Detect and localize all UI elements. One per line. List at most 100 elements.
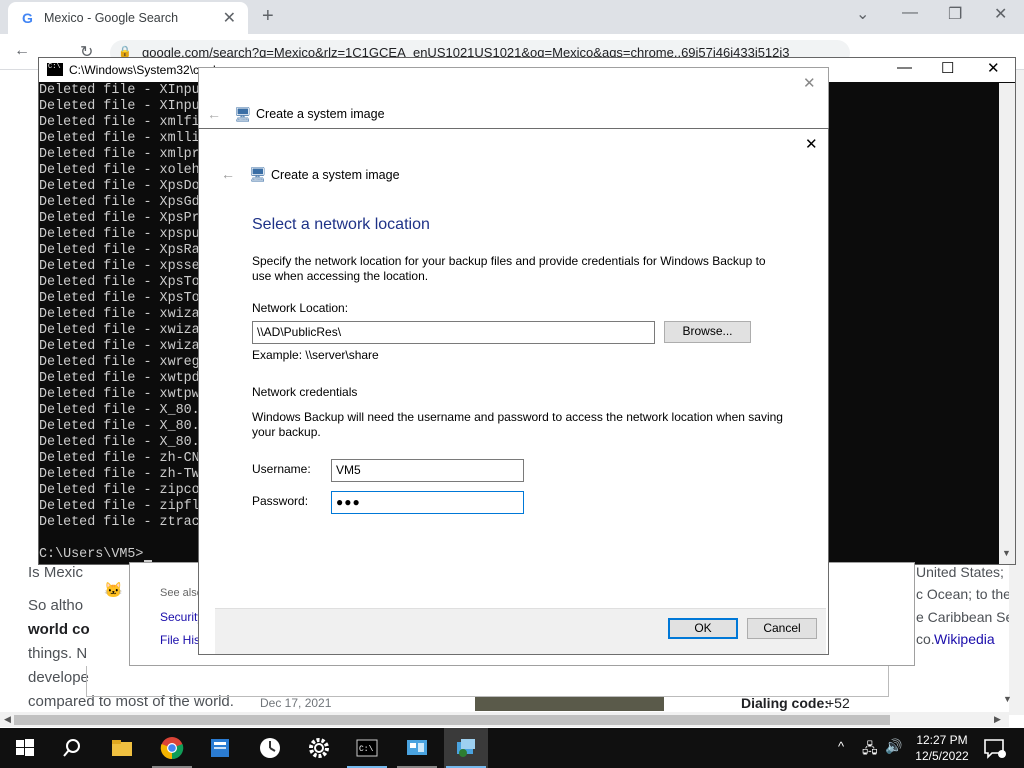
dialog-close-icon[interactable]: ✕ (805, 135, 818, 153)
svg-text:C:\: C:\ (359, 745, 374, 754)
browser-tab[interactable]: G Mexico - Google Search ✕ (8, 2, 248, 34)
back-arrow-icon[interactable]: ← (14, 42, 30, 60)
description-text: Specify the network location for your ba… (252, 254, 766, 283)
cmd-icon: C:\ (47, 63, 63, 76)
cmd-output-line: Deleted file - XpsDo (39, 179, 199, 194)
notification-icon[interactable] (982, 736, 1006, 760)
page-heading: Select a network location (252, 216, 430, 233)
taskbar: C:\ ^ 🖧 🔊 12:27 PM 12/5/2022 (0, 728, 1024, 768)
cmd-output-line: Deleted file - X_80. (39, 419, 199, 434)
cmd-maximize-icon[interactable]: ☐ (941, 59, 954, 77)
clock-date[interactable]: 12/5/2022 (912, 749, 972, 763)
browse-button[interactable]: Browse... (664, 321, 751, 343)
knowledge-text: co. (916, 631, 935, 647)
clock-app-icon[interactable] (258, 736, 282, 760)
cmd-output-line: Deleted file - xpspu (39, 227, 199, 242)
dialing-code-label: Dialing code: (741, 695, 829, 711)
example-text: Example: \\server\share (252, 348, 379, 362)
snippet-text: Is Mexic (28, 564, 84, 581)
cmd-output-line: Deleted file - xwtpd (39, 371, 199, 386)
volume-icon[interactable]: 🔊 (885, 738, 902, 755)
cmd-output-line: Deleted file - ztrac (39, 515, 199, 530)
password-input[interactable]: ●●● (331, 491, 524, 514)
outer-back-arrow-icon[interactable]: ← (207, 106, 221, 122)
username-label: Username: (252, 462, 311, 476)
dialing-code-value: +52 (826, 695, 850, 711)
tab-close-icon[interactable]: ✕ (223, 8, 236, 28)
cmd-output: Deleted file - XInpu Deleted file - XInpu… (39, 83, 199, 531)
settings-gear-icon[interactable] (307, 736, 331, 760)
chrome-minimize-icon[interactable]: — (902, 4, 918, 22)
cancel-button[interactable]: Cancel (747, 618, 817, 639)
cmd-minimize-icon[interactable]: — (897, 59, 912, 76)
scroll-left-icon[interactable]: ◀ (4, 714, 11, 725)
wikipedia-link[interactable]: Wikipedia (934, 631, 995, 647)
google-icon: G (22, 10, 33, 26)
scroll-down-icon[interactable]: ▼ (1003, 694, 1012, 704)
control-panel-icon[interactable] (405, 736, 429, 760)
knowledge-image (475, 697, 664, 711)
windows-start-icon[interactable] (13, 736, 37, 760)
backup-icon: 🖥 (249, 166, 267, 182)
knowledge-text: e Caribbean Se (916, 609, 1014, 625)
security-link[interactable]: Security (160, 610, 203, 624)
file-explorer-icon[interactable] (110, 736, 134, 760)
credentials-heading: Network credentials (252, 385, 358, 399)
cmd-output-line: Deleted file - XpsRa (39, 243, 199, 258)
search-icon[interactable] (60, 736, 84, 760)
create-system-image-dialog[interactable]: ✕ ← 🖥 Create a system image Select a net… (198, 128, 829, 655)
backup-restore-icon[interactable] (454, 736, 478, 760)
new-tab-icon[interactable]: + (262, 5, 274, 28)
cmd-scroll-down-icon[interactable]: ▼ (1002, 548, 1011, 558)
network-location-input[interactable]: \\AD\PublicRes\ (252, 321, 655, 344)
see-also-label: See also (160, 587, 203, 599)
snippet-text: world co (28, 621, 90, 638)
cmd-output-line: Deleted file - xmlli (39, 131, 199, 146)
cmd-output-line: Deleted file - xwiza (39, 323, 199, 338)
cmd-prompt[interactable]: C:\Users\VM5> (39, 547, 143, 562)
outer-dialog-title: Create a system image (256, 107, 385, 121)
cmd-taskbar-icon[interactable]: C:\ (355, 736, 379, 760)
scroll-right-icon[interactable]: ▶ (994, 714, 1001, 725)
ok-button[interactable]: OK (668, 618, 738, 639)
cmd-output-line: Deleted file - xwtpw (39, 387, 199, 402)
cmd-output-line: Deleted file - zh-CN (39, 451, 199, 466)
clock-time[interactable]: 12:27 PM (912, 733, 972, 747)
network-location-label: Network Location: (252, 301, 349, 315)
cmd-output-line: Deleted file - xmlfi (39, 115, 199, 130)
cmd-output-line: Deleted file - xwiza (39, 339, 199, 354)
chrome-restore-icon[interactable]: ❐ (948, 4, 962, 24)
snippet-text: develope (28, 669, 89, 686)
outer-close-icon[interactable]: ✕ (803, 74, 816, 92)
dialog-back-arrow-icon[interactable]: ← (221, 166, 235, 182)
credentials-description: Windows Backup will need the username an… (252, 410, 783, 439)
tab-title: Mexico - Google Search (44, 11, 179, 25)
cmd-output-line: Deleted file - XInpu (39, 83, 199, 98)
file-history-link[interactable]: File Hist (160, 633, 203, 647)
tray-chevron-icon[interactable]: ^ (838, 739, 844, 754)
username-input[interactable]: VM5 (331, 459, 524, 482)
cmd-output-line: Deleted file - XpsPr (39, 211, 199, 226)
cmd-output-line: Deleted file - X_80. (39, 435, 199, 450)
chrome-close-icon[interactable]: ✕ (994, 4, 1007, 24)
chrome-icon[interactable] (160, 736, 184, 760)
cmd-output-line: Deleted file - xmlpr (39, 147, 199, 162)
cmd-output-line: Deleted file - XpsGd (39, 195, 199, 210)
network-icon[interactable]: 🖧 (862, 738, 878, 762)
cmd-output-line: Deleted file - zh-TW (39, 467, 199, 482)
cmd-output-line: Deleted file - XpsTo (39, 275, 199, 290)
cmd-output-line: Deleted file - XpsTo (39, 291, 199, 306)
outer-backup-icon: 🖥 (234, 106, 252, 122)
cmd-scrollbar[interactable] (999, 83, 1015, 564)
snippet-text: So altho (28, 597, 84, 614)
cmd-output-line: Deleted file - xoleh (39, 163, 199, 178)
cmd-output-line: Deleted file - X_80. (39, 403, 199, 418)
cmd-output-line: Deleted file - zipco (39, 483, 199, 498)
cmd-close-icon[interactable]: ✕ (987, 59, 1000, 77)
backup-cat-icon: 🐱 (104, 582, 123, 599)
page-scrollbar-h-thumb[interactable] (14, 715, 890, 725)
tab-search-chevron-icon[interactable]: ⌄ (856, 4, 869, 24)
cmd-output-line: Deleted file - xwreg (39, 355, 199, 370)
document-app-icon[interactable] (208, 736, 232, 760)
dialog-title: Create a system image (271, 168, 400, 182)
